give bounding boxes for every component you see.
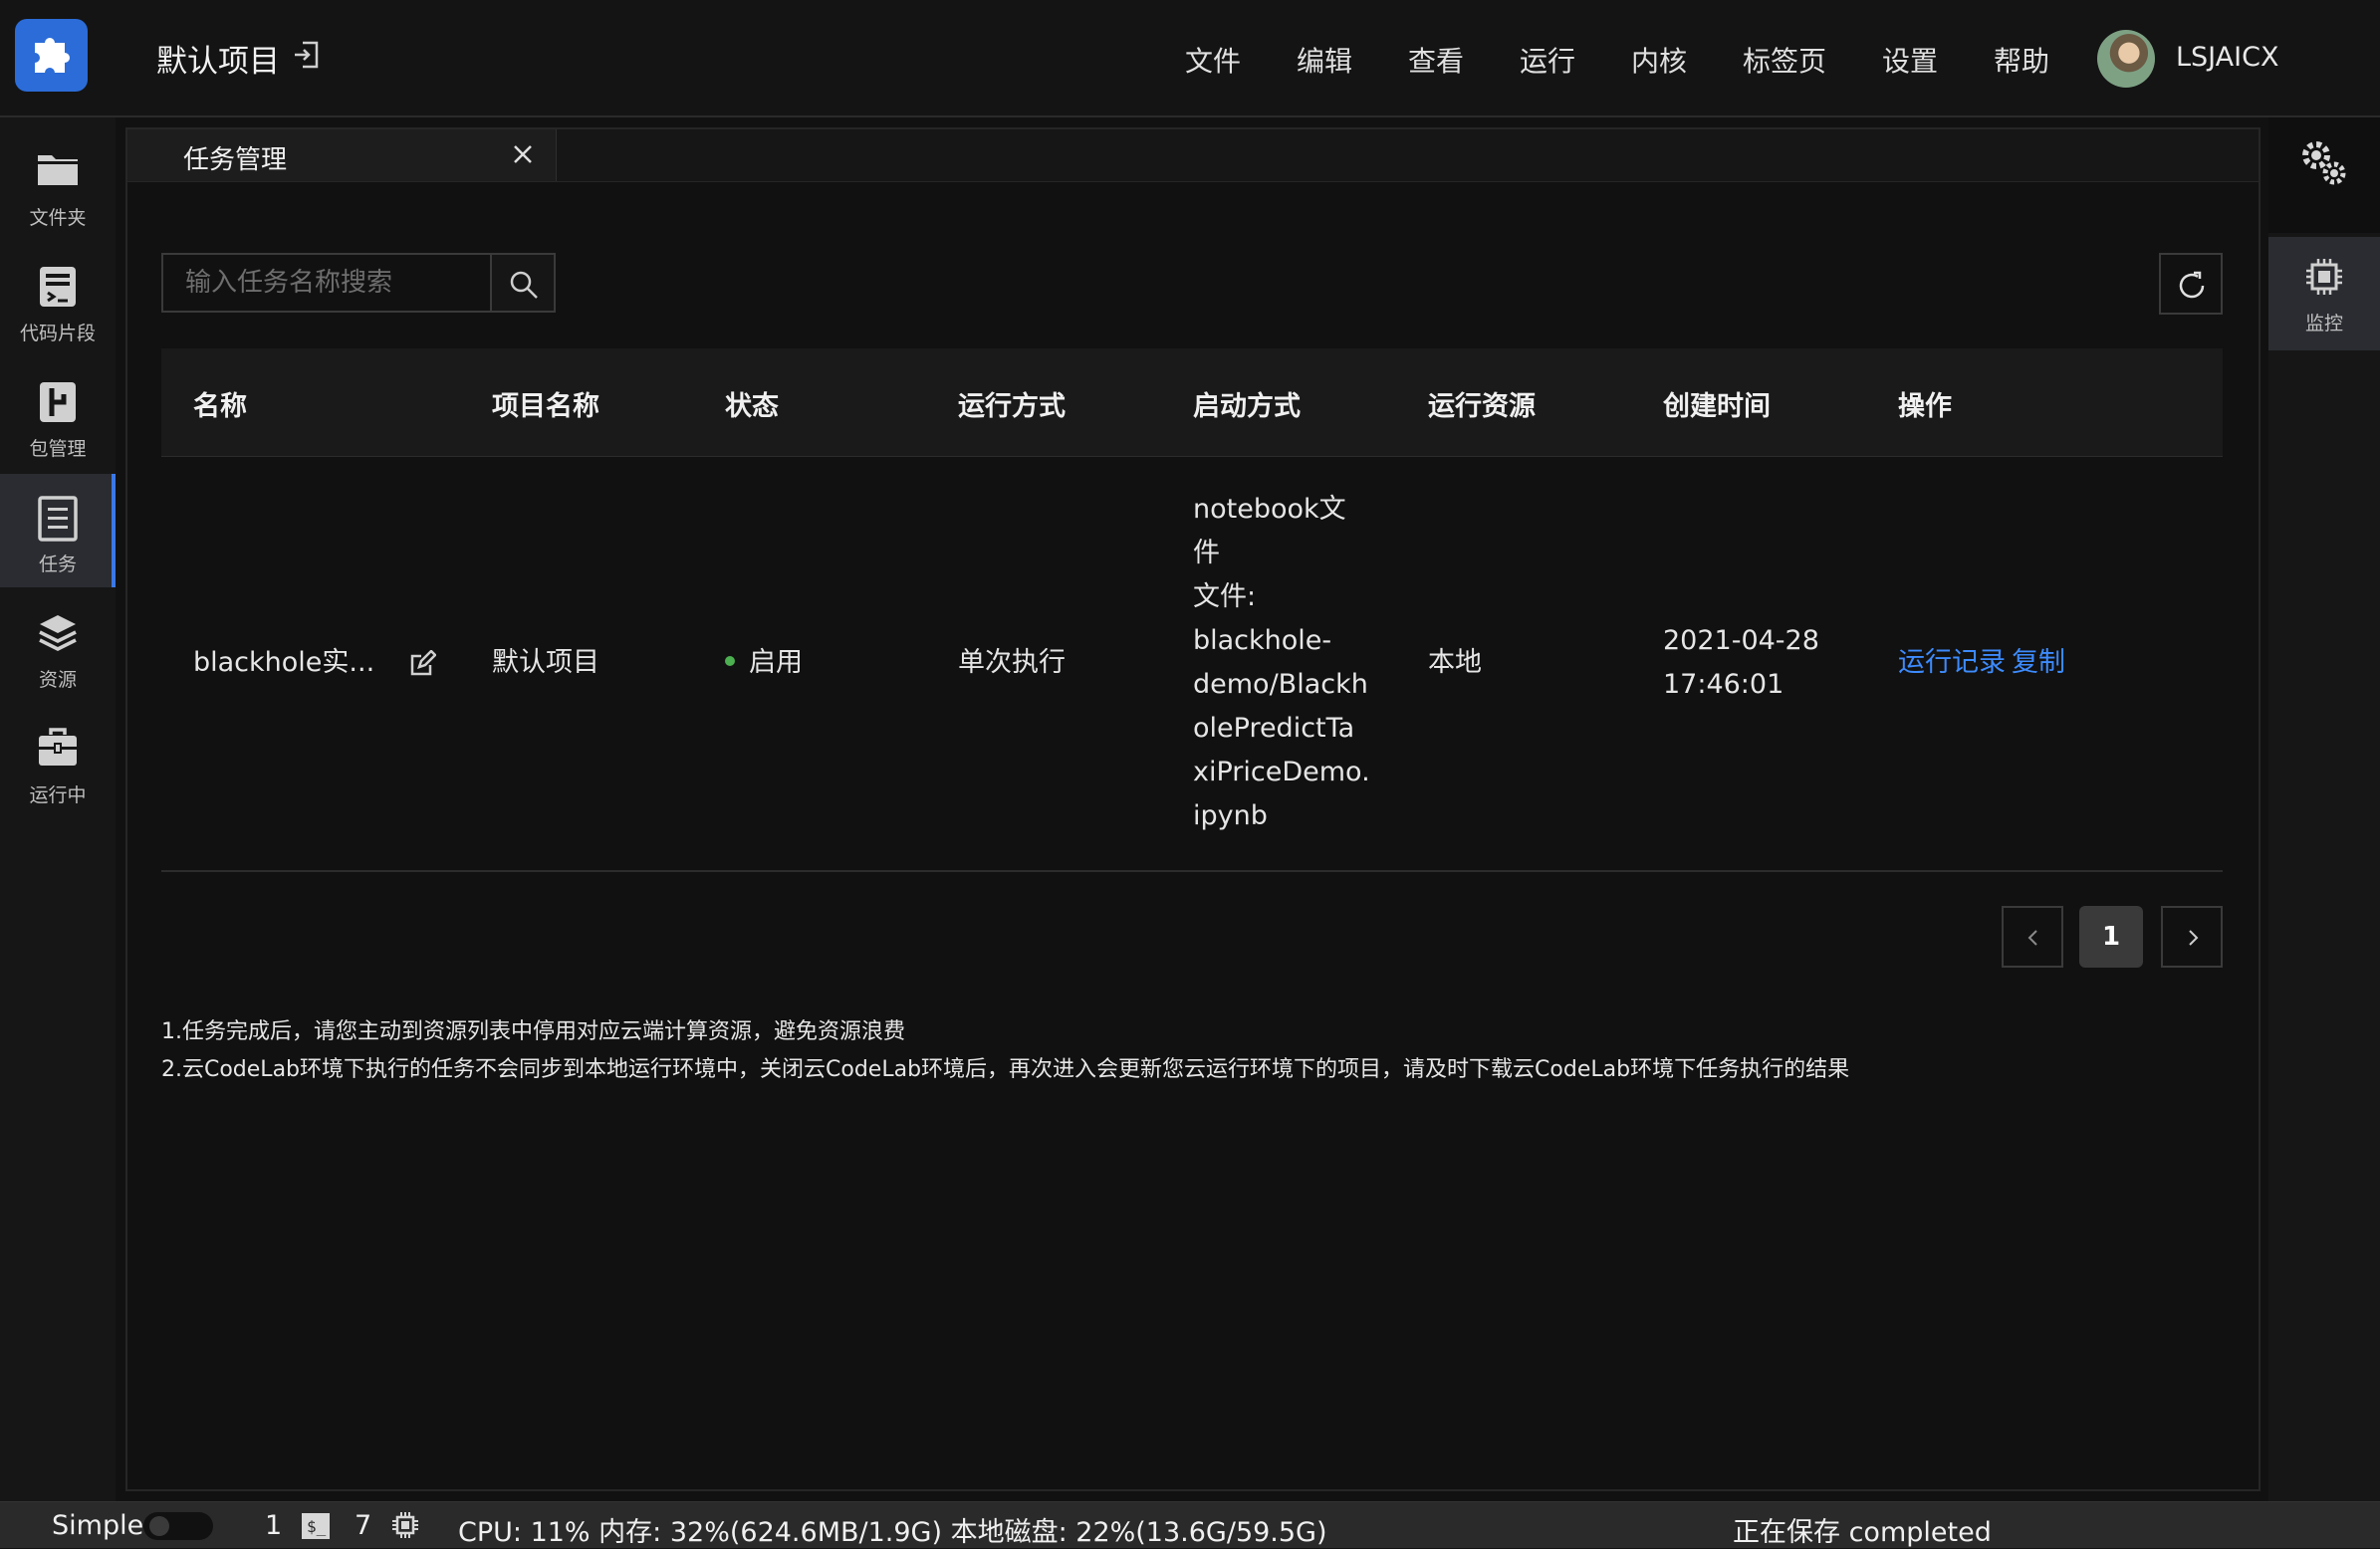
menu-edit[interactable]: 编辑 [1297, 40, 1352, 80]
chevron-left-icon [2027, 930, 2037, 946]
menu-view[interactable]: 查看 [1408, 40, 1464, 80]
launch-line: notebook文 [1193, 494, 1346, 525]
pagination-next-button[interactable] [2161, 906, 2223, 968]
svg-text:$_: $_ [307, 1517, 327, 1536]
refresh-button[interactable] [2159, 253, 2223, 315]
status-bar: Simple 1 $_ 7 CPU: 11% 内存: 32%(624.6MB/1… [0, 1501, 2380, 1548]
chip-icon [2306, 259, 2342, 295]
sidebar-item-code-snippet[interactable]: 代码片段 [0, 243, 116, 356]
monitor-label: 监控 [2304, 313, 2343, 334]
search-button[interactable] [492, 253, 556, 313]
launch-line: 件 [1193, 538, 1220, 568]
created-time: 17:46:01 [1663, 669, 1785, 700]
sidebar-item-folder[interactable]: 文件夹 [0, 127, 116, 241]
resource-metrics: CPU: 11% 内存: 32%(624.6MB/1.9G) 本地磁盘: 22%… [458, 1517, 1327, 1548]
tab-bar: 任务管理 [127, 129, 2259, 182]
column-run-mode: 运行方式 [958, 391, 1066, 422]
simple-mode-toggle[interactable] [143, 1512, 213, 1540]
kernel-chip-icon [392, 1512, 418, 1538]
folder-icon [38, 155, 78, 185]
note-line: 2.云CodeLab环境下执行的任务不会同步到本地运行环境中，关闭云CodeLa… [161, 1057, 1850, 1082]
sidebar-item-task[interactable]: 任务 [0, 474, 116, 587]
column-project: 项目名称 [492, 391, 599, 422]
package-icon [40, 382, 76, 422]
sidebar-item-package[interactable]: 包管理 [0, 358, 116, 472]
created-date: 2021-04-28 [1663, 625, 1819, 656]
sidebar-item-label: 包管理 [29, 438, 87, 460]
column-name: 名称 [193, 391, 247, 422]
sidebar-item-label: 文件夹 [29, 207, 87, 229]
copy-link[interactable]: 复制 [2012, 641, 2065, 685]
menu-tabs[interactable]: 标签页 [1743, 40, 1826, 80]
edit-icon[interactable] [408, 650, 436, 678]
save-status: 正在保存 completed [1733, 1517, 1992, 1548]
refresh-icon [2179, 271, 2205, 299]
left-sidebar: 文件夹 代码片段 包管理 任务 资源 运行中 [0, 117, 116, 1501]
column-launch-mode: 启动方式 [1193, 391, 1301, 422]
launch-line: demo/Blackh [1193, 669, 1368, 700]
gear-icon [2302, 141, 2346, 185]
launch-line: 文件: [1193, 581, 1257, 612]
status-text: 启用 [749, 647, 803, 678]
table-header: 名称 项目名称 状态 运行方式 启动方式 运行资源 创建时间 操作 [161, 348, 2223, 457]
settings-button[interactable] [2268, 117, 2380, 233]
task-management-panel: 任务管理 名称 项目名称 状态 运行方式 启动方式 运行资源 创建时间 操作 [125, 127, 2261, 1491]
sidebar-item-label: 运行中 [29, 784, 87, 806]
menu-kernel[interactable]: 内核 [1631, 40, 1687, 80]
main-menu: 文件 编辑 查看 运行 内核 标签页 设置 帮助 [0, 40, 2380, 80]
terminal-count[interactable]: 1 [265, 1510, 282, 1541]
avatar[interactable] [2097, 30, 2155, 88]
column-actions: 操作 [1898, 391, 1952, 422]
run-log-link[interactable]: 运行记录 [1898, 641, 2006, 685]
username[interactable]: LSJAICX [2176, 42, 2278, 73]
pagination-page-current[interactable]: 1 [2079, 906, 2143, 968]
menu-file[interactable]: 文件 [1185, 40, 1241, 80]
briefcase-icon [39, 728, 77, 766]
column-created-time: 创建时间 [1663, 391, 1771, 422]
task-resource: 本地 [1428, 647, 1482, 678]
menu-run[interactable]: 运行 [1520, 40, 1575, 80]
note-line: 1.任务完成后，请您主动到资源列表中停用对应云端计算资源，避免资源浪费 [161, 1019, 905, 1044]
sidebar-item-running[interactable]: 运行中 [0, 705, 116, 818]
search-icon [510, 271, 538, 299]
task-run-mode: 单次执行 [958, 647, 1066, 678]
menu-settings[interactable]: 设置 [1882, 40, 1938, 80]
column-status: 状态 [725, 391, 779, 422]
sidebar-item-label: 资源 [38, 669, 77, 691]
launch-line: olePredictTa [1193, 713, 1355, 744]
right-sidebar: 监控 [2268, 117, 2380, 1501]
launch-line: blackhole- [1193, 625, 1332, 656]
chevron-right-icon [2189, 930, 2199, 946]
top-bar: 默认项目 文件 编辑 查看 运行 内核 标签页 设置 帮助 LSJAICX [0, 0, 2380, 117]
status-badge: 启用 [725, 641, 803, 685]
monitor-button[interactable]: 监控 [2268, 237, 2380, 350]
menu-help[interactable]: 帮助 [1994, 40, 2049, 80]
terminal-icon: $_ [302, 1513, 330, 1539]
sidebar-item-label: 任务 [38, 553, 77, 575]
table-row: blackhole实... 默认项目 启用 单次执行 notebook文 件 文… [161, 456, 2223, 872]
task-launch-mode: notebook文 件 文件: blackhole- demo/Blackh o… [1193, 488, 1370, 838]
mode-label: Simple [52, 1510, 144, 1541]
tab-label: 任务管理 [183, 145, 288, 175]
status-dot [725, 655, 735, 666]
launch-line: ipynb [1193, 800, 1268, 831]
layers-icon [39, 615, 77, 651]
task-name: blackhole实... [193, 647, 375, 678]
code-snippet-icon [40, 267, 76, 307]
launch-line: xiPriceDemo. [1193, 757, 1370, 787]
sidebar-item-label: 代码片段 [19, 323, 96, 344]
column-resource: 运行资源 [1428, 391, 1536, 422]
search-input[interactable] [161, 253, 492, 313]
pagination-prev-button[interactable] [2002, 906, 2063, 968]
task-created-time: 2021-04-28 17:46:01 [1663, 619, 1819, 707]
task-icon [38, 496, 78, 542]
task-project: 默认项目 [492, 647, 599, 678]
close-icon[interactable] [512, 143, 534, 165]
sidebar-item-resource[interactable]: 资源 [0, 589, 116, 703]
kernel-count[interactable]: 7 [355, 1510, 371, 1541]
notes: 1.任务完成后，请您主动到资源列表中停用对应云端计算资源，避免资源浪费 2.云C… [161, 1013, 1849, 1089]
tab-task-management[interactable]: 任务管理 [127, 129, 557, 181]
